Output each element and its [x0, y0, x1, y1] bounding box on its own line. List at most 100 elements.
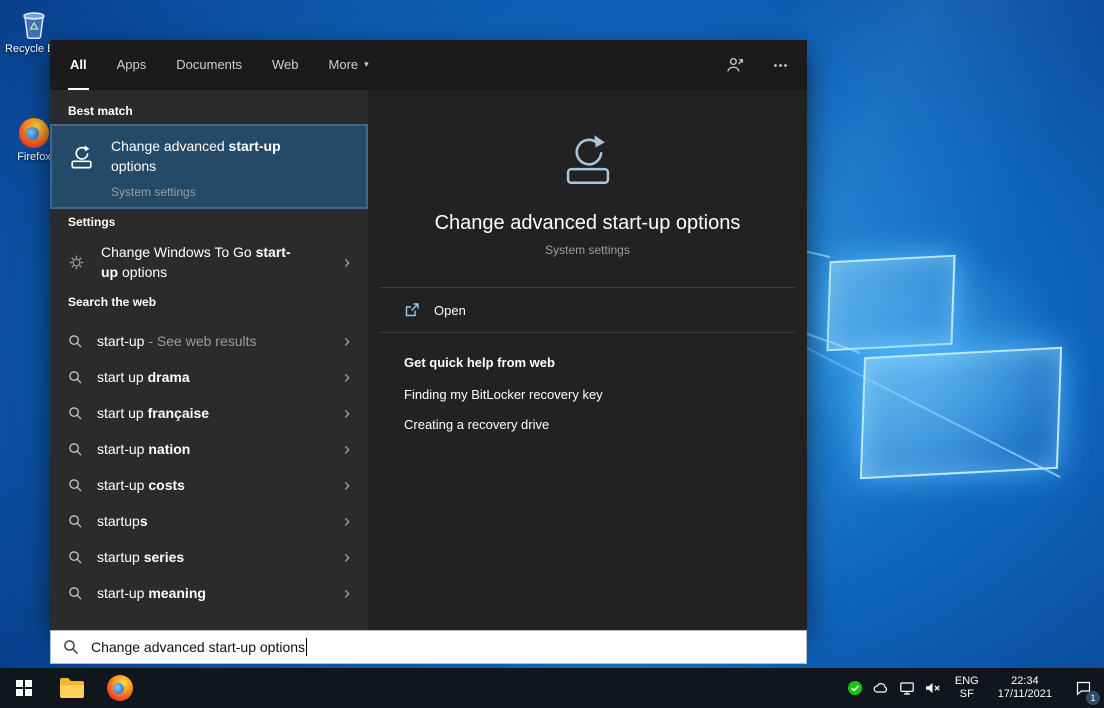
firefox-icon [107, 675, 133, 701]
search-tabs-bar: All Apps Documents Web More ▾ [50, 40, 807, 90]
action-center-button[interactable]: 1 [1062, 668, 1104, 708]
web-suggestion[interactable]: start-up meaning › [50, 575, 368, 611]
suggestion-text: startup series [97, 549, 184, 565]
suggestion-text: start-up - See web results [97, 333, 257, 349]
language-code: ENG [955, 675, 979, 688]
search-panel: All Apps Documents Web More ▾ [50, 40, 807, 630]
tray-volume[interactable] [920, 668, 946, 708]
search-results-list: Best match Change advanced start-up opti… [50, 90, 368, 630]
tab-label: Documents [176, 57, 242, 72]
onedrive-cloud-icon [872, 680, 889, 696]
suggestion-text: start-up nation [97, 441, 190, 457]
taskbar-file-explorer[interactable] [48, 668, 96, 708]
chevron-right-icon[interactable]: › [334, 544, 360, 570]
best-match-subtitle: System settings [111, 185, 326, 199]
clock-time: 22:34 [1011, 675, 1039, 688]
chevron-right-icon[interactable]: › [334, 364, 360, 390]
open-icon [404, 302, 420, 318]
search-icon [68, 514, 83, 529]
open-label: Open [434, 303, 466, 318]
search-icon [63, 639, 79, 655]
start-button[interactable] [0, 668, 48, 708]
section-header-best-match: Best match [50, 98, 368, 124]
web-suggestion[interactable]: startups › [50, 503, 368, 539]
chevron-down-icon: ▾ [364, 59, 369, 70]
chevron-right-icon[interactable]: › [334, 580, 360, 606]
search-icon [68, 334, 83, 349]
user-account-button[interactable] [726, 56, 744, 74]
suggestion-text: start-up meaning [97, 585, 206, 601]
open-action[interactable]: Open [368, 288, 807, 332]
recycle-bin-icon [19, 8, 49, 40]
system-tray: ENG SF 22:34 17/11/2021 1 [842, 668, 1104, 708]
advanced-startup-icon [68, 144, 95, 171]
web-suggestion[interactable]: start-up - See web results › [50, 323, 368, 359]
tab-apps[interactable]: Apps [115, 40, 149, 90]
web-suggestion[interactable]: start up française › [50, 395, 368, 431]
help-link-bitlocker[interactable]: Finding my BitLocker recovery key [404, 387, 771, 402]
web-suggestion[interactable]: start-up costs › [50, 467, 368, 503]
search-icon [68, 442, 83, 457]
best-match-title: Change advanced start-up options [111, 136, 326, 176]
tray-onedrive[interactable] [868, 668, 894, 708]
tab-label: More [329, 57, 359, 72]
web-suggestion[interactable]: start-up nation › [50, 431, 368, 467]
suggestion-text: start up drama [97, 369, 190, 385]
best-match-result[interactable]: Change advanced start-up options System … [50, 124, 368, 209]
tab-all[interactable]: All [68, 40, 89, 90]
clock-date: 17/11/2021 [998, 688, 1052, 701]
tab-web[interactable]: Web [270, 40, 301, 90]
tab-label: Web [272, 57, 299, 72]
tab-label: Apps [117, 57, 147, 72]
more-options-button[interactable] [772, 63, 789, 68]
notification-badge: 1 [1086, 691, 1100, 705]
search-icon [68, 586, 83, 601]
chevron-right-icon[interactable]: › [334, 508, 360, 534]
text-cursor [306, 638, 307, 656]
tab-documents[interactable]: Documents [174, 40, 244, 90]
tray-network[interactable] [894, 668, 920, 708]
file-explorer-icon [59, 677, 85, 699]
settings-result-label: Change Windows To Go start-up options [101, 242, 306, 282]
web-help-section: Get quick help from web Finding my BitLo… [368, 333, 807, 447]
web-suggestion[interactable]: start up drama › [50, 359, 368, 395]
volume-muted-icon [924, 680, 941, 696]
tab-more[interactable]: More ▾ [327, 40, 371, 90]
section-header-search-web: Search the web [50, 289, 368, 315]
tray-security[interactable] [842, 668, 868, 708]
chevron-right-icon[interactable]: › [334, 472, 360, 498]
network-icon [899, 680, 915, 696]
suggestion-text: start-up costs [97, 477, 185, 493]
user-account-icon [726, 56, 744, 74]
chevron-right-icon[interactable]: › [334, 328, 360, 354]
help-header: Get quick help from web [404, 355, 771, 370]
web-suggestions-list: start-up - See web results › start up dr… [50, 323, 368, 611]
keyboard-layout: SF [960, 688, 974, 701]
search-icon [68, 370, 83, 385]
windows-logo-icon [16, 680, 32, 696]
chevron-right-icon[interactable]: › [334, 249, 360, 275]
result-preview-pane: Change advanced start-up options System … [368, 90, 807, 630]
search-input[interactable]: Change advanced start-up options [50, 630, 807, 664]
taskbar: ENG SF 22:34 17/11/2021 1 [0, 668, 1104, 708]
firefox-icon [19, 118, 49, 148]
search-input-value: Change advanced start-up options [91, 639, 305, 655]
taskbar-firefox[interactable] [96, 668, 144, 708]
ellipsis-icon [772, 63, 789, 68]
help-link-recovery-drive[interactable]: Creating a recovery drive [404, 417, 771, 432]
wallpaper-window-pane [860, 347, 1062, 479]
taskbar-clock[interactable]: 22:34 17/11/2021 [988, 668, 1062, 708]
windows-to-go-icon [68, 254, 85, 271]
wallpaper-window-pane [826, 255, 955, 352]
section-header-settings: Settings [50, 209, 368, 235]
security-check-icon [847, 680, 863, 696]
preview-title: Change advanced start-up options [368, 212, 807, 235]
suggestion-text: start up française [97, 405, 209, 421]
chevron-right-icon[interactable]: › [334, 400, 360, 426]
web-suggestion[interactable]: startup series › [50, 539, 368, 575]
chevron-right-icon[interactable]: › [334, 436, 360, 462]
desktop-icon-label: Firefox [17, 151, 51, 163]
tab-label: All [70, 57, 87, 72]
language-indicator[interactable]: ENG SF [946, 668, 988, 708]
settings-result-windows-to-go[interactable]: Change Windows To Go start-up options › [50, 235, 368, 289]
